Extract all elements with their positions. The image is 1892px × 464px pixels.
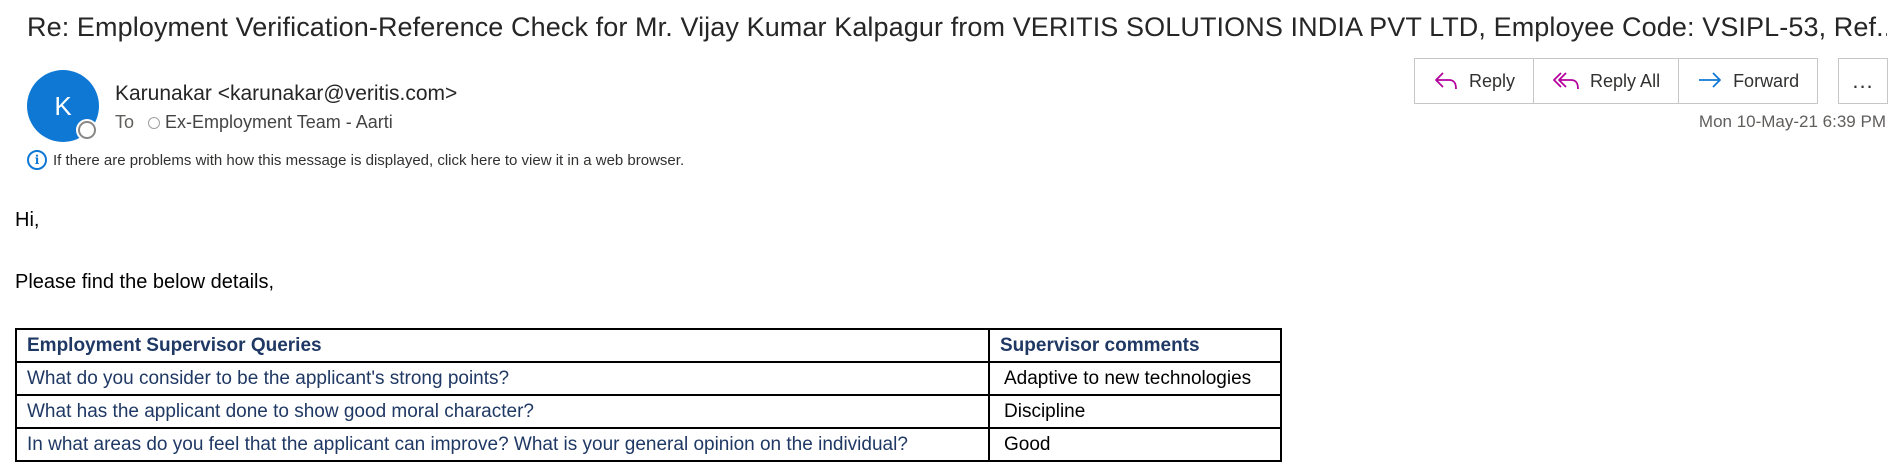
reply-all-label: Reply All [1590,70,1661,91]
table-row: In what areas do you feel that the appli… [15,427,1282,462]
table-header-row: Employment Supervisor Queries Supervisor… [15,328,1282,363]
presence-status-icon [78,121,96,139]
info-banner-text[interactable]: If there are problems with how this mess… [53,152,684,169]
forward-button[interactable]: Forward [1679,59,1818,103]
avatar-initial: K [54,90,72,121]
reply-all-button[interactable]: Reply All [1534,59,1680,103]
table-cell-query: What has the applicant done to show good… [15,394,990,429]
recipient-line: To Ex-Employment Team - Aarti [115,112,393,133]
sent-timestamp: Mon 10-May-21 6:39 PM [1698,112,1886,131]
table-cell-comment: Good [988,427,1282,462]
table-cell-query: In what areas do you feel that the appli… [15,427,990,462]
to-label: To [115,112,135,132]
email-subject: Re: Employment Verification-Reference Ch… [27,12,1887,42]
recipient-presence-icon [148,116,161,129]
reference-check-table: Employment Supervisor Queries Supervisor… [15,328,1282,462]
reply-label: Reply [1469,70,1516,91]
info-banner[interactable]: i If there are problems with how this me… [27,150,684,170]
reply-icon [1435,72,1457,90]
more-actions-button[interactable]: ... [1838,58,1888,104]
intro-text: Please find the below details, [15,271,275,293]
info-icon: i [27,150,47,170]
table-cell-comment: Discipline [988,394,1282,429]
recipient-name[interactable]: Ex-Employment Team - Aarti [165,112,393,133]
greeting: Hi, [15,209,40,231]
forward-icon [1699,72,1721,88]
table-header-comments: Supervisor comments [988,328,1282,363]
table-header-queries: Employment Supervisor Queries [15,328,990,363]
reply-button[interactable]: Reply [1415,59,1535,103]
more-icon: ... [1852,68,1874,93]
sender-name[interactable]: Karunakar <karunakar@veritis.com> [115,82,457,106]
table-cell-comment: Adaptive to new technologies [988,361,1282,396]
forward-label: Forward [1733,70,1800,91]
table-row: What has the applicant done to show good… [15,394,1282,429]
reply-all-icon [1553,72,1579,90]
message-actions-toolbar: Reply Reply All Forward [1414,58,1819,104]
table-row: What do you consider to be the applicant… [15,361,1282,396]
table-cell-query: What do you consider to be the applicant… [15,361,990,396]
email-reading-pane: Re: Employment Verification-Reference Ch… [0,0,1892,464]
